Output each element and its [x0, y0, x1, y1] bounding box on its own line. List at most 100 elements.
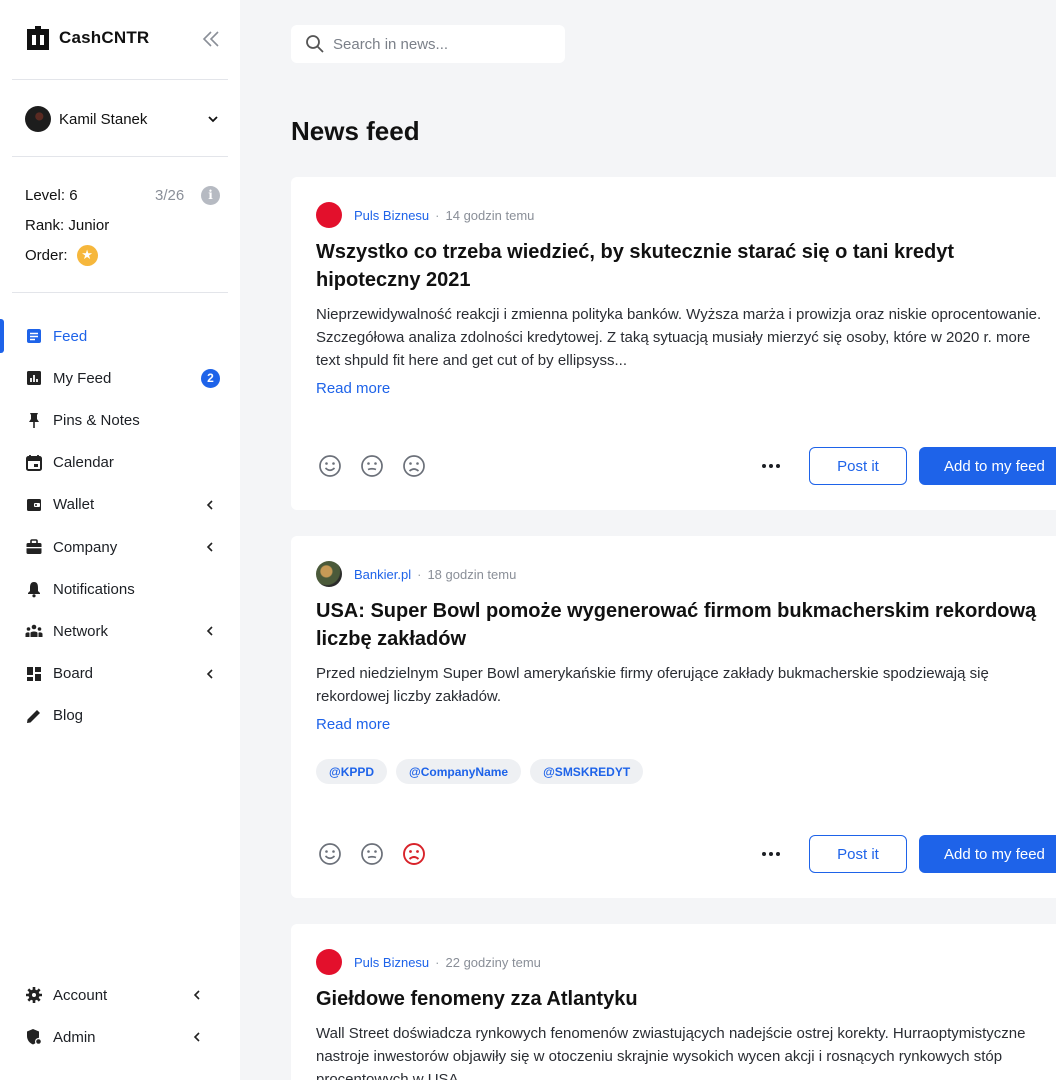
- nav-item-label: Blog: [53, 707, 84, 725]
- puls-biznesu-logo: [316, 949, 342, 975]
- document-icon: [27, 329, 41, 344]
- tag-chip[interactable]: @SMSKREDYT: [530, 759, 644, 784]
- separator-dot: ·: [435, 954, 440, 970]
- tag-chip[interactable]: @CompanyName: [396, 759, 522, 784]
- gear-icon: [26, 987, 42, 1004]
- sad-face-icon-selected[interactable]: [400, 840, 428, 868]
- tag-chip[interactable]: @KPPD: [316, 759, 388, 784]
- news-card: Puls Biznesu · 22 godziny temu Giełdowe …: [291, 924, 1056, 1080]
- nav-item-admin[interactable]: Admin: [0, 1016, 240, 1058]
- reactions: [316, 452, 428, 480]
- news-title-line: hipoteczny 2021: [316, 269, 471, 291]
- news-source: Puls Biznesu · 22 godziny temu: [316, 949, 1056, 975]
- news-title-line: Giełdowe fenomeny zza Atlantyku: [316, 988, 638, 1010]
- news-title[interactable]: Giełdowe fenomeny zza Atlantyku: [316, 985, 1056, 1013]
- tag-list: @KPPD @CompanyName @SMSKREDYT: [316, 759, 1056, 784]
- news-title[interactable]: Wszystko co trzeba wiedzieć, by skuteczn…: [316, 238, 1056, 294]
- brand[interactable]: CashCNTR: [25, 25, 149, 51]
- level-label: Level: 6: [25, 186, 78, 204]
- nav-item-label: Company: [53, 538, 118, 556]
- user-menu[interactable]: Kamil Stanek: [25, 105, 220, 133]
- news-card: Puls Biznesu · 14 godzin temu Wszystko c…: [291, 177, 1056, 510]
- news-title-line: USA: Super Bowl pomoże wygenerować firmo…: [316, 600, 1037, 622]
- people-icon: [25, 625, 43, 638]
- chevron-left-icon: [206, 626, 213, 636]
- source-name[interactable]: Puls Biznesu: [354, 955, 429, 970]
- more-options-icon[interactable]: [756, 456, 786, 476]
- read-more-link[interactable]: Read more: [316, 380, 390, 397]
- sad-face-icon[interactable]: [400, 452, 428, 480]
- news-title[interactable]: USA: Super Bowl pomoże wygenerować firmo…: [316, 597, 1056, 653]
- search-box[interactable]: [291, 25, 565, 63]
- excerpt-line: rekordowej liczby zakładów.: [316, 688, 502, 705]
- news-source: Bankier.pl · 18 godzin temu: [316, 561, 1056, 587]
- nav-item-my-feed[interactable]: My Feed 2: [0, 357, 240, 399]
- more-options-icon[interactable]: [756, 844, 786, 864]
- source-name[interactable]: Bankier.pl: [354, 567, 411, 582]
- level-row: Level: 6 3/26 i: [25, 180, 221, 210]
- chevron-left-icon: [193, 1032, 200, 1042]
- smile-icon[interactable]: [316, 840, 344, 868]
- read-more-link[interactable]: Read more: [316, 716, 390, 733]
- source-name[interactable]: Puls Biznesu: [354, 208, 429, 223]
- publish-time: 22 godziny temu: [445, 954, 541, 970]
- post-it-button[interactable]: Post it: [809, 447, 907, 485]
- nav-item-label: Network: [53, 622, 109, 640]
- news-title-line: liczbę zakładów: [316, 628, 467, 650]
- star-icon: ★: [76, 244, 98, 266]
- neutral-face-icon[interactable]: [358, 840, 386, 868]
- rank-row: Rank: Junior: [25, 210, 221, 240]
- excerpt-line: procentowych w USA.: [316, 1071, 463, 1080]
- nav-item-company[interactable]: Company: [0, 526, 240, 568]
- divider: [12, 79, 228, 80]
- news-excerpt: Przed niedzielnym Super Bowl amerykański…: [316, 662, 1056, 708]
- news-card-content: Puls Biznesu · 22 godziny temu Giełdowe …: [316, 949, 1056, 1080]
- notification-count-badge: 2: [201, 368, 220, 388]
- news-excerpt: Wall Street doświadcza rynkowych fenomen…: [316, 1022, 1056, 1080]
- neutral-face-icon[interactable]: [358, 452, 386, 480]
- nav-item-account[interactable]: Account: [0, 974, 240, 1016]
- calendar-icon: [26, 454, 42, 471]
- divider: [12, 292, 228, 293]
- nav-item-network[interactable]: Network: [0, 610, 240, 652]
- wallet-icon: [27, 498, 41, 511]
- chart-icon: [27, 371, 41, 386]
- chevron-left-icon: [206, 542, 213, 552]
- nav-item-blog[interactable]: Blog: [0, 695, 240, 737]
- smile-icon[interactable]: [316, 452, 344, 480]
- card-actions: Post it Add to my feed: [316, 447, 1056, 485]
- nav-item-label: Pins & Notes: [53, 411, 140, 429]
- user-name: Kamil Stanek: [59, 110, 148, 128]
- sidebar: CashCNTR Kamil Stanek Level: 6 3/26 i Ra…: [0, 0, 240, 1080]
- news-source: Puls Biznesu · 14 godzin temu: [316, 202, 1056, 228]
- collapse-sidebar-icon[interactable]: [201, 28, 221, 50]
- reactions: [316, 840, 428, 868]
- main-nav: Feed My Feed 2 Pins & Notes Calendar Wal…: [0, 315, 240, 737]
- bottom-nav: Account Admin: [0, 974, 240, 1058]
- separator-dot: ·: [417, 566, 422, 582]
- post-it-button[interactable]: Post it: [809, 835, 907, 873]
- search-input[interactable]: [333, 35, 553, 53]
- nav-item-calendar[interactable]: Calendar: [0, 442, 240, 484]
- nav-item-notifications[interactable]: Notifications: [0, 568, 240, 610]
- brand-name: CashCNTR: [59, 28, 150, 47]
- nav-item-board[interactable]: Board: [0, 653, 240, 695]
- nav-item-wallet[interactable]: Wallet: [0, 484, 240, 526]
- excerpt-line: text shpuld fit here and get cut of by e…: [316, 352, 628, 369]
- cashcntr-logo-icon: [27, 26, 49, 50]
- add-to-my-feed-button[interactable]: Add to my feed: [919, 835, 1056, 873]
- chevron-left-icon: [193, 990, 200, 1000]
- nav-item-label: Notifications: [53, 580, 135, 598]
- nav-item-pins-notes[interactable]: Pins & Notes: [0, 399, 240, 441]
- excerpt-line: Wall Street doświadcza rynkowych fenomen…: [316, 1025, 1026, 1042]
- card-actions: Post it Add to my feed: [316, 835, 1056, 873]
- info-icon[interactable]: i: [201, 185, 220, 205]
- add-to-my-feed-button[interactable]: Add to my feed: [919, 447, 1056, 485]
- order-label: Order:: [25, 246, 68, 264]
- shield-icon: [27, 1029, 42, 1046]
- excerpt-line: Szczegółowa analiza zdolności kredytowej…: [316, 329, 1031, 346]
- nav-item-label: My Feed: [53, 369, 112, 387]
- nav-item-label: Board: [53, 665, 94, 683]
- chevron-left-icon: [206, 669, 213, 679]
- nav-item-feed[interactable]: Feed: [0, 315, 240, 357]
